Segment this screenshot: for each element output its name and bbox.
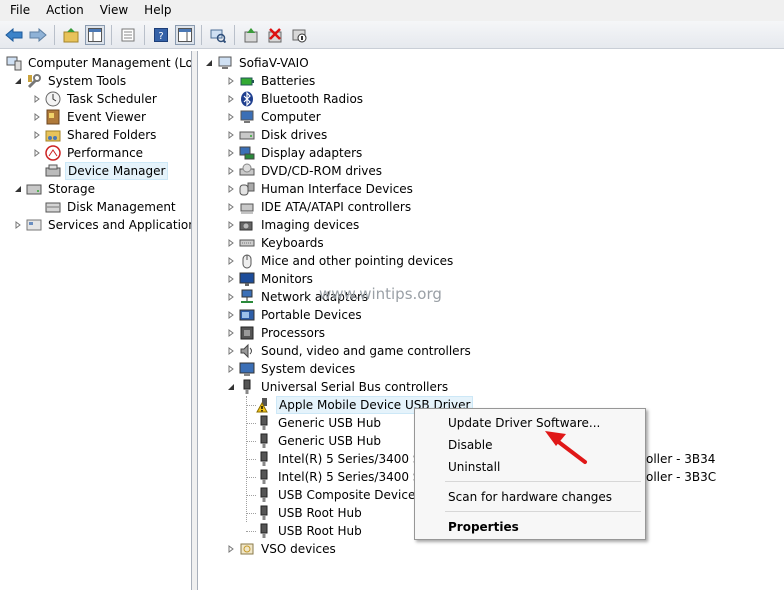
red-arrow-annotation xyxy=(545,431,587,464)
